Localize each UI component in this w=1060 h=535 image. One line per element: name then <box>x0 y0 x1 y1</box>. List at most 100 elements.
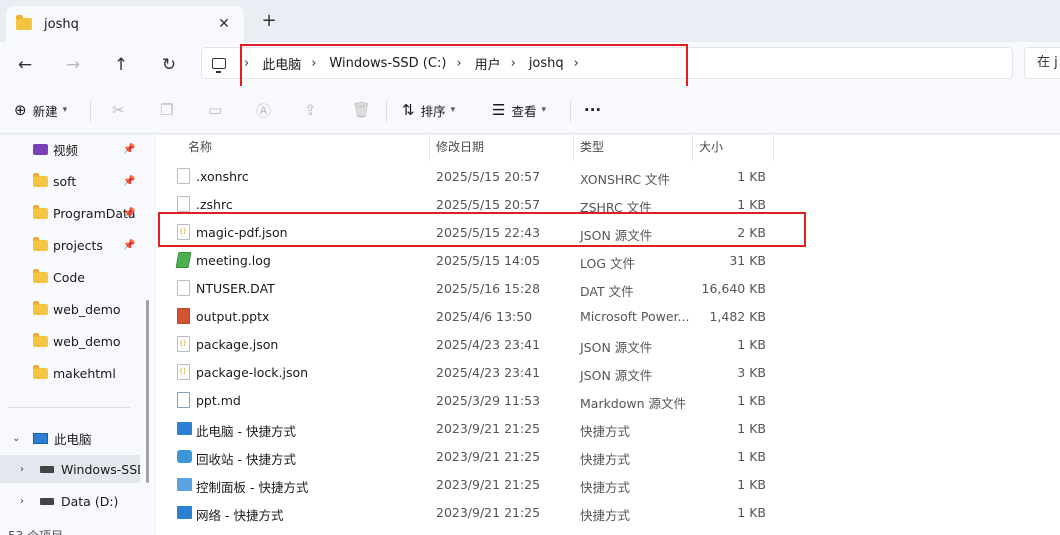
file-row[interactable]: package.json 2025/4/23 23:41 JSON 源文件 1 KB <box>156 331 816 359</box>
sidebar-item-drive-c[interactable]: › Windows-SSD (C:) <box>0 455 140 483</box>
address-bar[interactable]: › 此电脑 › Windows-SSD (C:) › 用户 › joshq › <box>201 47 1013 79</box>
toolbar-divider <box>570 100 571 122</box>
breadcrumb-this-pc[interactable]: 此电脑 <box>262 54 301 73</box>
folder-icon <box>33 300 48 315</box>
file-row[interactable]: meeting.log 2025/5/15 14:05 LOG 文件 31 KB <box>156 247 816 275</box>
clipboard-icon: ▭ <box>208 101 223 119</box>
share-icon: ⇪ <box>304 101 317 119</box>
file-name: ppt.md <box>196 393 241 408</box>
file-icon <box>177 196 190 212</box>
column-name[interactable]: 名称 <box>182 135 430 161</box>
column-date[interactable]: 修改日期 <box>430 135 574 161</box>
tab-strip: joshq ✕ + <box>0 0 1060 42</box>
sidebar-item-drive-d[interactable]: › Data (D:) <box>0 487 148 515</box>
toolbar-divider <box>386 100 387 122</box>
file-row[interactable]: NTUSER.DAT 2025/5/16 15:28 DAT 文件 16,640 KB <box>156 275 816 303</box>
file-icon <box>175 252 192 268</box>
scissors-icon: ✂ <box>112 101 125 119</box>
file-row[interactable]: ppt.md 2025/3/29 11:53 Markdown 源文件 1 KB <box>156 387 816 415</box>
command-toolbar: ⊕ 新建 ▾ ✂ ❐ ▭ Ⓐ ⇪ 🗑 ⇅ 排序 ▾ ☰ 查看 ▾ ··· <box>0 86 1060 134</box>
chevron-down-icon: ▾ <box>62 105 68 115</box>
trash-icon: 🗑 <box>352 101 372 119</box>
forward-button[interactable]: → <box>58 50 88 80</box>
file-icon <box>177 224 190 240</box>
column-size[interactable]: 大小 <box>693 135 774 161</box>
file-row[interactable]: 控制面板 - 快捷方式 2023/9/21 21:25 快捷方式 1 KB <box>156 471 816 499</box>
paste-button[interactable]: ▭ <box>208 98 228 122</box>
file-row[interactable]: output.pptx 2025/4/6 13:50 Microsoft Power… <box>156 303 816 331</box>
file-row[interactable]: 回收站 - 快捷方式 2023/9/21 21:25 快捷方式 1 KB <box>156 443 816 471</box>
file-name: NTUSER.DAT <box>196 281 275 296</box>
address-row: ← → ↑ ↻ › 此电脑 › Windows-SSD (C:) › 用户 › … <box>0 42 1060 86</box>
sidebar-item-label: projects <box>53 237 103 253</box>
breadcrumb-separator[interactable]: › <box>311 56 316 71</box>
file-date: 2023/9/21 21:25 <box>436 477 541 492</box>
file-name: .zshrc <box>196 197 233 212</box>
rename-button[interactable]: Ⓐ <box>256 98 277 122</box>
sidebar-item-quick[interactable]: web_demo <box>0 327 148 355</box>
chevron-down-icon[interactable]: ⌄ <box>12 433 20 444</box>
breadcrumb-separator[interactable]: › <box>574 56 579 71</box>
file-row[interactable]: 网络 - 快捷方式 2023/9/21 21:25 快捷方式 1 KB <box>156 499 816 527</box>
sidebar-item-quick[interactable]: web_demo <box>0 295 148 323</box>
sort-button[interactable]: ⇅ 排序 ▾ <box>402 98 455 122</box>
close-tab-icon[interactable]: ✕ <box>214 14 234 34</box>
sidebar-item-quick[interactable]: Code <box>0 263 148 291</box>
view-label: 查看 <box>511 103 537 119</box>
file-size: 1 KB <box>737 197 766 212</box>
tab-joshq[interactable]: joshq ✕ <box>6 6 244 42</box>
file-size: 2 KB <box>737 225 766 240</box>
breadcrumb-users[interactable]: 用户 <box>475 54 501 73</box>
file-type: JSON 源文件 <box>580 340 653 355</box>
sidebar-scrollbar[interactable] <box>146 300 149 483</box>
file-icon <box>177 280 190 296</box>
search-input[interactable]: 在 j <box>1024 47 1060 79</box>
file-size: 1 KB <box>737 169 766 184</box>
view-button[interactable]: ☰ 查看 ▾ <box>492 98 546 122</box>
file-row[interactable]: .zshrc 2025/5/15 20:57 ZSHRC 文件 1 KB <box>156 191 816 219</box>
sidebar-item-this-pc[interactable]: ⌄ 此电脑 <box>0 424 148 452</box>
file-row[interactable]: package-lock.json 2025/4/23 23:41 JSON 源文件… <box>156 359 816 387</box>
breadcrumb-joshq[interactable]: joshq <box>529 56 564 71</box>
chevron-right-icon[interactable]: › <box>20 464 24 475</box>
file-size: 1 KB <box>737 393 766 408</box>
tab-title: joshq <box>44 16 79 32</box>
file-name: .xonshrc <box>196 169 249 184</box>
sidebar-item-label: 此电脑 <box>54 431 92 447</box>
file-row[interactable]: magic-pdf.json 2025/5/15 22:43 JSON 源文件 2 K… <box>156 219 816 247</box>
breadcrumb-separator: › <box>244 55 250 71</box>
column-type[interactable]: 类型 <box>574 135 693 161</box>
sidebar-item-quick[interactable]: makehtml <box>0 359 148 387</box>
more-options-button[interactable]: ··· <box>584 98 601 122</box>
file-size: 3 KB <box>737 365 766 380</box>
file-date: 2025/3/29 11:53 <box>436 393 541 408</box>
file-date: 2025/5/15 20:57 <box>436 169 541 184</box>
refresh-button[interactable]: ↻ <box>154 50 184 80</box>
share-button[interactable]: ⇪ <box>304 98 323 122</box>
chevron-right-icon[interactable]: › <box>20 496 24 507</box>
new-tab-button[interactable]: + <box>258 10 280 32</box>
rename-icon: Ⓐ <box>256 101 272 120</box>
file-row[interactable]: .xonshrc 2025/5/15 20:57 XONSHRC 文件 1 KB <box>156 163 816 191</box>
back-button[interactable]: ← <box>10 50 40 80</box>
sidebar-item-quick[interactable]: projects 📌 <box>0 231 148 259</box>
delete-button[interactable]: 🗑 <box>352 98 377 122</box>
sidebar-item-quick[interactable]: ProgramData 📌 <box>0 199 148 227</box>
cut-button[interactable]: ✂ <box>112 98 131 122</box>
file-type: Markdown 源文件 <box>580 396 687 411</box>
file-type: DAT 文件 <box>580 284 634 299</box>
sort-icon: ⇅ <box>402 101 415 119</box>
copy-button[interactable]: ❐ <box>160 98 179 122</box>
breadcrumb-drive-c[interactable]: Windows-SSD (C:) <box>329 56 446 71</box>
up-button[interactable]: ↑ <box>106 50 136 80</box>
new-button[interactable]: ⊕ 新建 ▾ <box>14 98 67 122</box>
breadcrumb-separator[interactable]: › <box>456 56 461 71</box>
sidebar-item-quick[interactable]: soft 📌 <box>0 167 148 195</box>
sidebar-item-quick[interactable]: 视频 📌 <box>0 135 148 163</box>
file-row[interactable]: 此电脑 - 快捷方式 2023/9/21 21:25 快捷方式 1 KB <box>156 415 816 443</box>
file-type: JSON 源文件 <box>580 368 653 383</box>
sidebar-divider <box>8 407 130 408</box>
sidebar-item-label: Windows-SSD (C:) <box>61 461 140 477</box>
breadcrumb-separator[interactable]: › <box>511 56 516 71</box>
pin-icon: 📌 <box>123 143 136 155</box>
